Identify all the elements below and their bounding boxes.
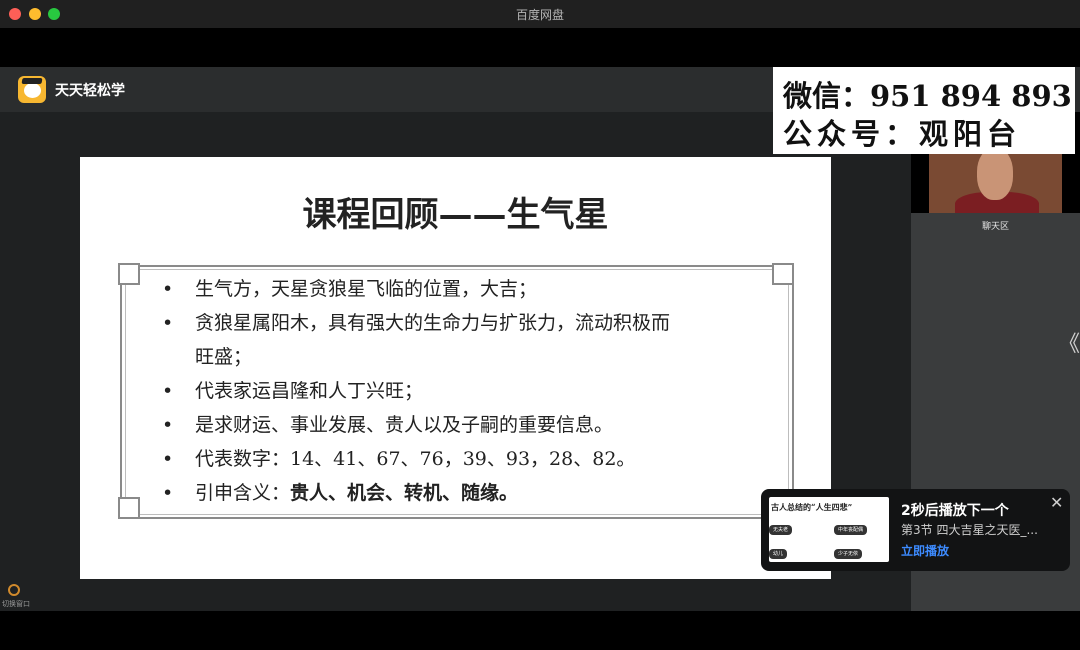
bullet-bold-text: 贵人、机会、转机、随缘。 xyxy=(290,482,519,504)
frame-corner-ornament xyxy=(772,263,794,285)
logo-face-shape xyxy=(24,83,41,98)
watermark-wechat: 微信：951 894 893 xyxy=(783,79,1072,113)
bullet-text: 生气方，天星贪狼星飞临的位置，大吉； xyxy=(195,278,538,300)
bullet-item: • 代表数字：14、41、67、76，39、93，28、82。 xyxy=(158,442,758,476)
bullet-dot: • xyxy=(162,312,174,334)
close-icon[interactable]: ✕ xyxy=(1050,493,1063,512)
next-video-card[interactable]: 古人总结的“人生四悲” 无夫老 中年丧配偶 幼儿 少子无依 2秒后播放下一个 第… xyxy=(761,489,1070,571)
switch-window-icon[interactable] xyxy=(8,584,20,596)
bullet-dot: • xyxy=(162,448,174,470)
next-video-thumbnail[interactable]: 古人总结的“人生四悲” 无夫老 中年丧配偶 幼儿 少子无依 xyxy=(769,497,889,562)
watermark-account: 公众号：观阳台 xyxy=(783,117,1022,151)
thumbnail-pill: 无夫老 xyxy=(769,525,793,535)
bullet-dot: • xyxy=(162,482,174,504)
presenter-face-shape xyxy=(977,154,1013,200)
watermark-banner: 微信：951 894 893 公众号：观阳台 xyxy=(773,67,1075,154)
bullet-list: • 生气方，天星贪狼星飞临的位置，大吉； • 贪狼星属阳木，具有强大的生命力与扩… xyxy=(158,272,758,510)
bullet-text: 代表家运昌隆和人丁兴旺； xyxy=(195,380,424,402)
bullet-dot: • xyxy=(162,414,174,436)
presentation-slide: 课程回顾——生气星 • 生气方，天星贪狼星飞临的位置，大吉； • 贪狼星属阳木，… xyxy=(80,157,831,579)
frame-corner-ornament xyxy=(118,263,140,285)
logo-cap-shape xyxy=(21,78,43,84)
bullet-dot: • xyxy=(162,278,174,300)
app-logo-icon xyxy=(18,76,46,103)
bottom-black-bar xyxy=(0,611,1080,650)
slide-title: 课程回顾——生气星 xyxy=(302,195,609,235)
presenter-camera xyxy=(929,154,1062,213)
thumbnail-pill: 幼儿 xyxy=(769,549,788,559)
bullet-item-continuation: 旺盛； xyxy=(158,340,758,374)
thumbnail-pill: 中年丧配偶 xyxy=(834,525,868,535)
app-name: 天天轻松学 xyxy=(55,83,125,99)
frame-corner-ornament xyxy=(118,497,140,519)
window-titlebar: 百度网盘 xyxy=(0,0,1080,28)
bullet-item: • 生气方，天星贪狼星飞临的位置，大吉； xyxy=(158,272,758,306)
play-now-button[interactable]: 立即播放 xyxy=(901,542,949,559)
bullet-text: 是求财运、事业发展、贵人以及子嗣的重要信息。 xyxy=(195,414,614,436)
bullet-item: • 是求财运、事业发展、贵人以及子嗣的重要信息。 xyxy=(158,408,758,442)
bullet-item: • 引申含义：贵人、机会、转机、随缘。 xyxy=(158,476,758,510)
bullet-dot: • xyxy=(162,380,174,402)
thumbnail-title: 古人总结的“人生四悲” xyxy=(771,502,853,512)
collapse-panel-icon[interactable]: 《 xyxy=(1058,326,1080,358)
bullet-item: • 贪狼星属阳木，具有强大的生命力与扩张力，流动积极而 xyxy=(158,306,758,340)
switch-window-label[interactable]: 切换窗口 xyxy=(2,599,30,609)
bullet-text: 贪狼星属阳木，具有强大的生命力与扩张力，流动积极而 xyxy=(195,312,671,334)
bullet-item: • 代表家运昌隆和人丁兴旺； xyxy=(158,374,758,408)
thumbnail-pill: 少子无依 xyxy=(834,549,863,559)
bullet-text: 引申含义： xyxy=(195,482,291,504)
chat-panel-title: 聊天区 xyxy=(981,222,1009,232)
top-black-bar xyxy=(0,28,1080,67)
next-video-title: 第3节 四大吉星之天医_... xyxy=(901,523,1038,537)
bullet-text: 旺盛； xyxy=(195,346,253,368)
bullet-text: 代表数字：14、41、67、76，39、93，28、82。 xyxy=(195,448,636,470)
next-video-countdown: 2秒后播放下一个 xyxy=(901,503,1009,519)
window-title: 百度网盘 xyxy=(515,8,564,22)
